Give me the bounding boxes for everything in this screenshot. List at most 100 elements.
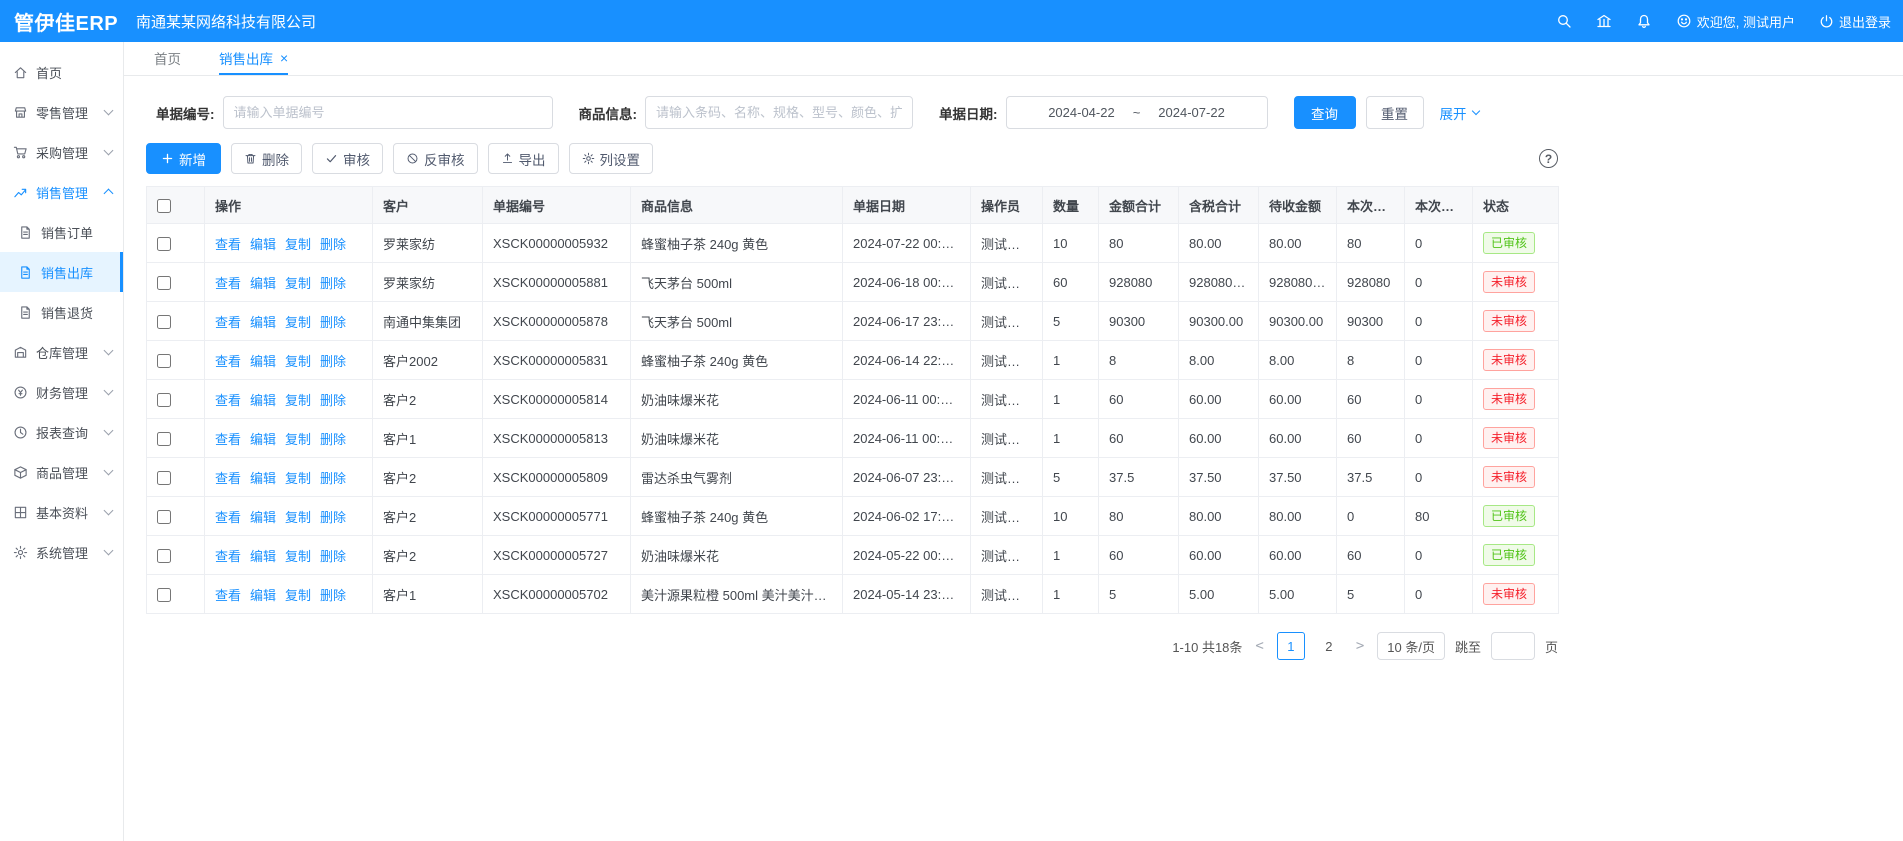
row-action-删除[interactable]: 删除 [320,315,346,330]
row-action-查看[interactable]: 查看 [215,432,241,447]
row-action-编辑[interactable]: 编辑 [250,471,276,486]
row-checkbox[interactable] [157,354,171,368]
sidebar-item-零售管理[interactable]: 零售管理 [0,92,123,132]
row-action-编辑[interactable]: 编辑 [250,276,276,291]
doc-no-input[interactable] [223,96,553,129]
row-action-复制[interactable]: 复制 [285,315,311,330]
date-start[interactable]: 2024-04-22 [1048,105,1115,120]
close-icon[interactable]: × [280,51,288,65]
row-action-查看[interactable]: 查看 [215,276,241,291]
row-checkbox[interactable] [157,276,171,290]
row-checkbox[interactable] [157,432,171,446]
row-action-复制[interactable]: 复制 [285,354,311,369]
row-action-编辑[interactable]: 编辑 [250,393,276,408]
row-action-删除[interactable]: 删除 [320,549,346,564]
product-info-input[interactable] [645,96,913,129]
chevron-down-icon [104,466,114,476]
sidebar-subitem-销售退货[interactable]: 销售退货 [0,292,123,332]
row-action-编辑[interactable]: 编辑 [250,315,276,330]
select-all-checkbox[interactable] [157,199,171,213]
operator-cell: 测试用户 [971,419,1043,458]
page-size-select[interactable]: 10 条/页 [1377,632,1445,660]
sidebar-item-首页[interactable]: 首页 [0,52,123,92]
sidebar-item-采购管理[interactable]: 采购管理 [0,132,123,172]
row-checkbox[interactable] [157,471,171,485]
reset-button[interactable]: 重置 [1366,96,1424,129]
sidebar-item-销售管理[interactable]: 销售管理 [0,172,123,212]
add-button[interactable]: 新增 [146,143,221,174]
row-action-编辑[interactable]: 编辑 [250,549,276,564]
notification-bell-icon[interactable] [1636,13,1652,29]
row-action-查看[interactable]: 查看 [215,510,241,525]
search-button[interactable]: 查询 [1294,96,1356,129]
row-action-复制[interactable]: 复制 [285,237,311,252]
column-settings-button[interactable]: 列设置 [569,143,654,174]
export-icon [501,152,514,165]
row-action-复制[interactable]: 复制 [285,588,311,603]
logout-button[interactable]: 退出登录 [1819,12,1891,31]
row-action-查看[interactable]: 查看 [215,315,241,330]
row-action-编辑[interactable]: 编辑 [250,354,276,369]
tab-sales-outbound[interactable]: 销售出库 × [219,42,288,75]
row-action-查看[interactable]: 查看 [215,549,241,564]
row-action-复制[interactable]: 复制 [285,471,311,486]
row-action-删除[interactable]: 删除 [320,393,346,408]
sidebar-item-基本资料[interactable]: 基本资料 [0,492,123,532]
jump-page-input[interactable] [1491,632,1535,660]
row-action-查看[interactable]: 查看 [215,354,241,369]
row-action-查看[interactable]: 查看 [215,393,241,408]
row-action-删除[interactable]: 删除 [320,237,346,252]
tab-home[interactable]: 首页 [154,42,181,75]
column-header-金额合计: 金额合计 [1099,187,1179,224]
sidebar-item-报表查询[interactable]: 报表查询 [0,412,123,452]
delete-button[interactable]: 删除 [231,143,302,174]
amount-cell: 8 [1099,341,1179,380]
table-row: 查看编辑复制删除客户2XSCK00000005727奶油味爆米花2024-05-… [147,536,1559,575]
expand-link[interactable]: 展开 [1440,103,1479,123]
row-action-查看[interactable]: 查看 [215,588,241,603]
operator-cell: 测试用户 [971,497,1043,536]
row-action-编辑[interactable]: 编辑 [250,432,276,447]
row-checkbox[interactable] [157,315,171,329]
sidebar-item-系统管理[interactable]: 系统管理 [0,532,123,572]
sidebar-item-仓库管理[interactable]: 仓库管理 [0,332,123,372]
row-action-编辑[interactable]: 编辑 [250,588,276,603]
row-action-删除[interactable]: 删除 [320,588,346,603]
date-range-picker[interactable]: 2024-04-22 ~ 2024-07-22 [1006,96,1268,129]
prev-page-icon[interactable]: < [1252,638,1266,654]
row-action-编辑[interactable]: 编辑 [250,237,276,252]
row-checkbox[interactable] [157,510,171,524]
sidebar-subitem-销售订单[interactable]: 销售订单 [0,212,123,252]
row-action-复制[interactable]: 复制 [285,393,311,408]
sidebar-subitem-销售出库[interactable]: 销售出库 [0,252,123,292]
row-checkbox[interactable] [157,588,171,602]
sidebar-item-财务管理[interactable]: 财务管理 [0,372,123,412]
welcome-user[interactable]: 欢迎您, 测试用户 [1676,12,1795,31]
row-action-删除[interactable]: 删除 [320,432,346,447]
row-action-复制[interactable]: 复制 [285,276,311,291]
unaudit-button[interactable]: 反审核 [393,143,478,174]
sidebar-item-商品管理[interactable]: 商品管理 [0,452,123,492]
search-icon[interactable] [1556,13,1572,29]
row-action-查看[interactable]: 查看 [215,237,241,252]
row-checkbox[interactable] [157,393,171,407]
audit-button[interactable]: 审核 [312,143,383,174]
row-action-删除[interactable]: 删除 [320,471,346,486]
page-button-1[interactable]: 1 [1277,632,1305,660]
row-action-删除[interactable]: 删除 [320,354,346,369]
next-page-icon[interactable]: > [1353,638,1367,654]
row-action-复制[interactable]: 复制 [285,549,311,564]
row-checkbox[interactable] [157,549,171,563]
row-action-删除[interactable]: 删除 [320,276,346,291]
home-nav-icon[interactable] [1596,13,1612,29]
export-button[interactable]: 导出 [488,143,559,174]
help-icon[interactable]: ? [1539,149,1558,168]
row-action-编辑[interactable]: 编辑 [250,510,276,525]
date-end[interactable]: 2024-07-22 [1158,105,1225,120]
page-button-2[interactable]: 2 [1315,632,1343,660]
row-checkbox[interactable] [157,237,171,251]
row-action-复制[interactable]: 复制 [285,432,311,447]
row-action-复制[interactable]: 复制 [285,510,311,525]
row-action-删除[interactable]: 删除 [320,510,346,525]
row-action-查看[interactable]: 查看 [215,471,241,486]
